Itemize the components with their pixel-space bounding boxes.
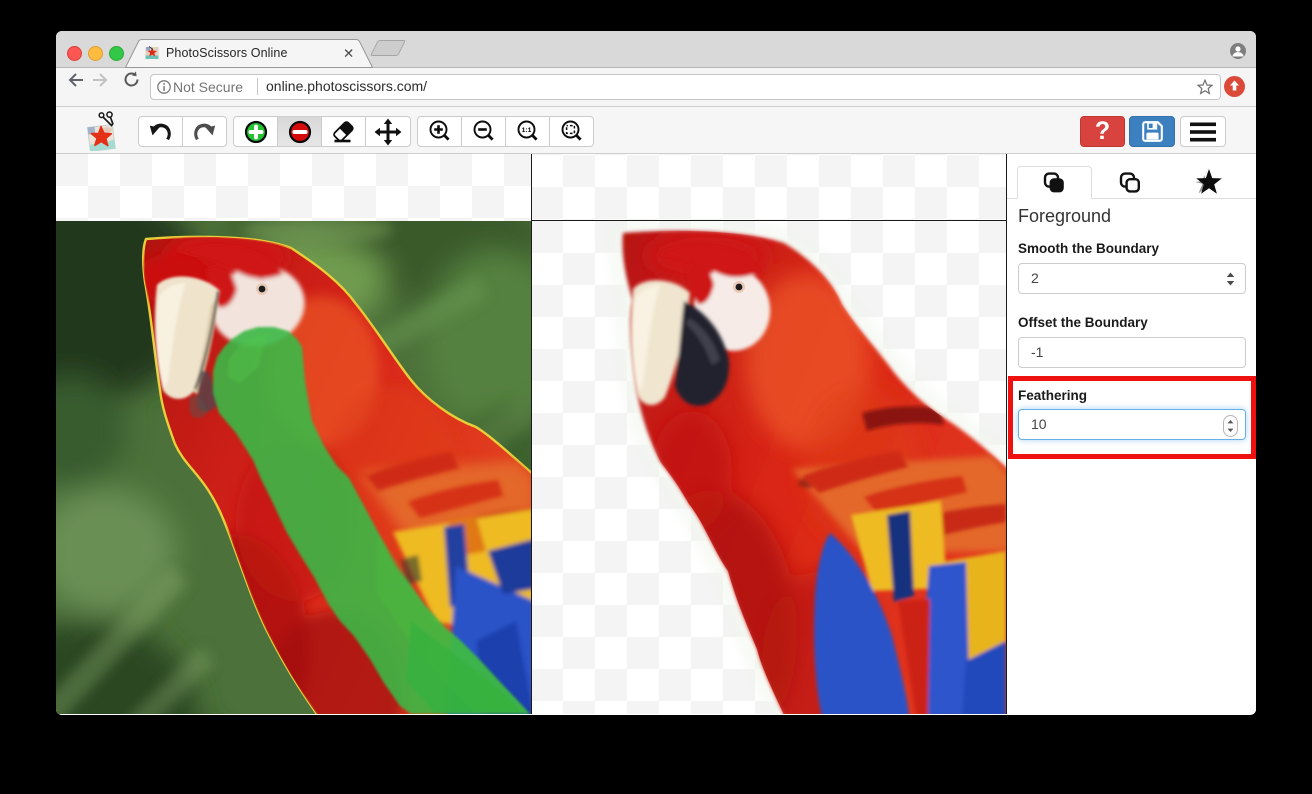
svg-text:1:1: 1:1 [522,127,532,134]
